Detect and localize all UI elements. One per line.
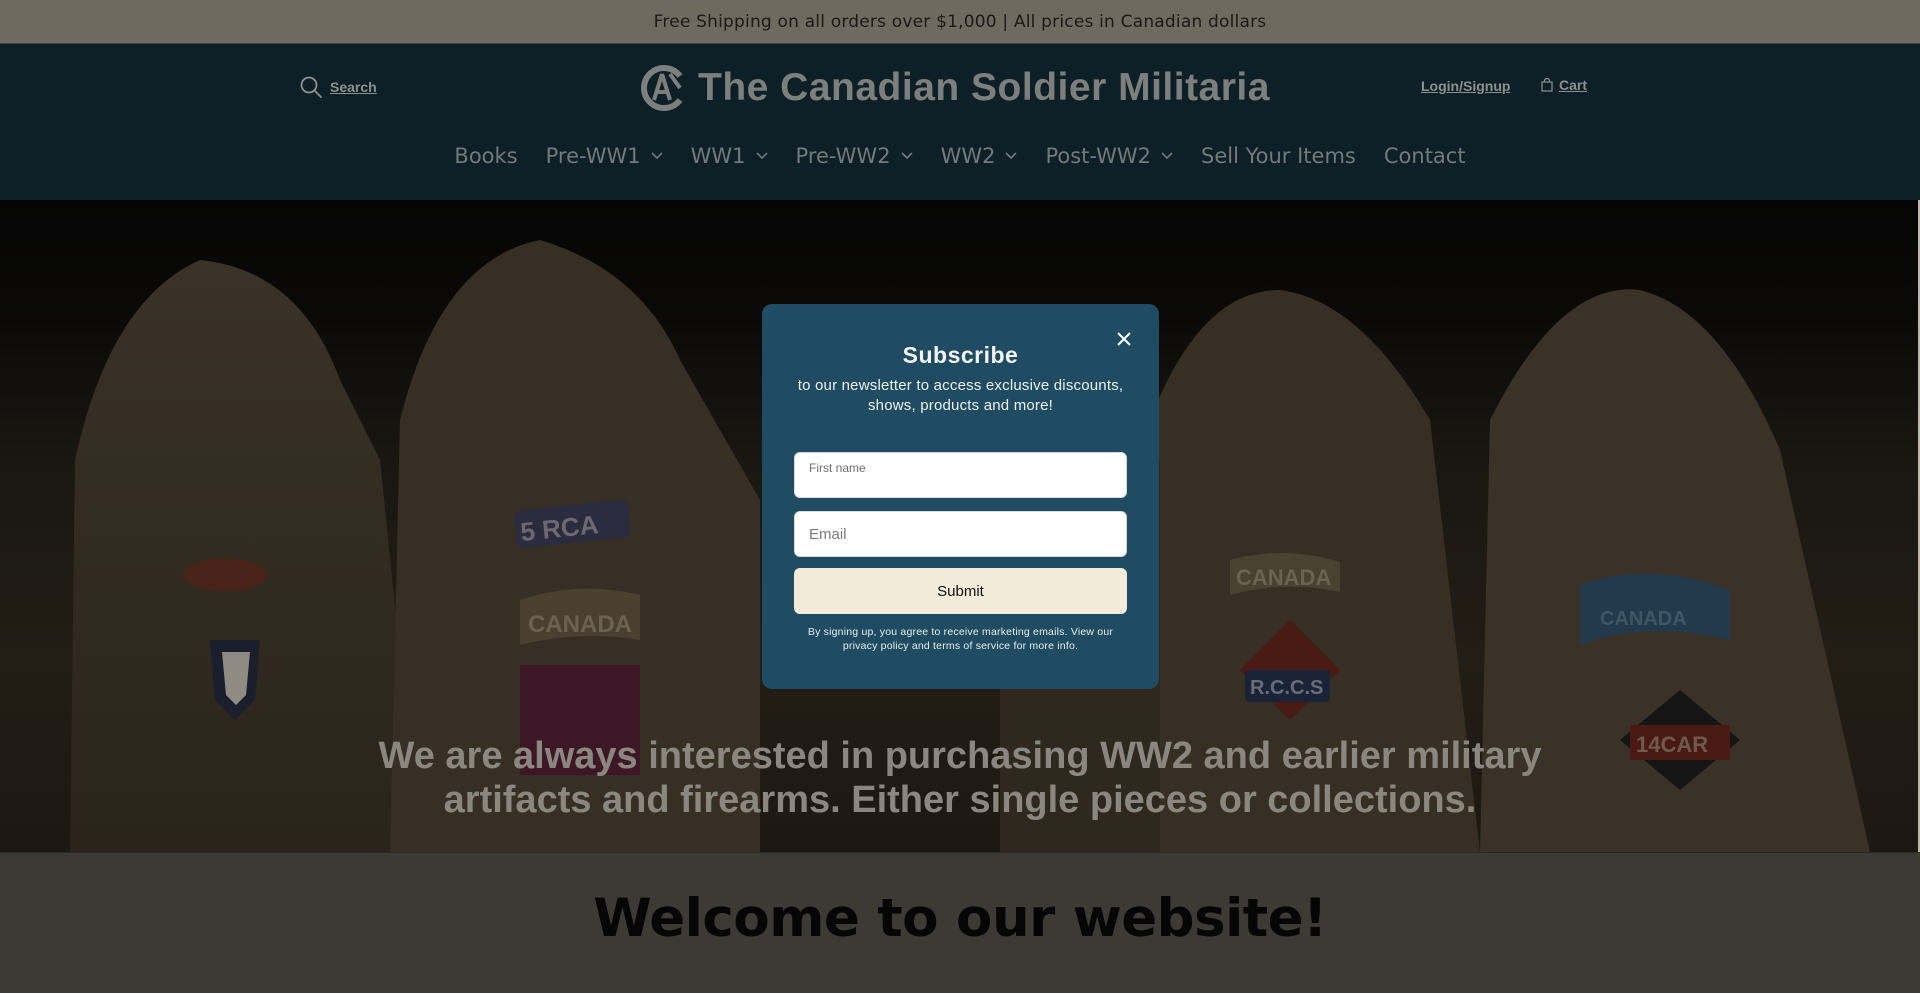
chevron-down-icon <box>1161 152 1173 160</box>
cart-link[interactable]: Cart <box>1541 77 1587 93</box>
announcement-bar: Free Shipping on all orders over $1,000 … <box>0 0 1920 44</box>
nav-item-label: Contact <box>1383 144 1466 168</box>
subscribe-modal: Subscribe to our newsletter to access ex… <box>762 304 1159 689</box>
welcome-title: Welcome to our website! <box>593 888 1327 949</box>
chevron-down-icon <box>900 152 913 160</box>
patch-label: R.C.C.S <box>1250 677 1323 699</box>
search-button[interactable]: Search <box>298 74 377 100</box>
site-header: Search The Canadian Soldier Militaria Lo… <box>0 44 1920 200</box>
first-name-label: First name <box>809 461 866 475</box>
patch-label: CANADA <box>528 611 632 638</box>
chevron-down-icon <box>1005 152 1018 160</box>
logo-text: The Canadian Soldier Militaria <box>698 66 1270 109</box>
submit-label: Submit <box>937 582 984 600</box>
nav-item-label: Pre-WW2 <box>795 144 891 168</box>
first-name-field[interactable]: First name <box>794 452 1127 498</box>
login-signup-link[interactable]: Login/Signup <box>1421 78 1510 94</box>
search-label: Search <box>330 79 377 95</box>
cart-icon <box>1541 78 1553 92</box>
logo-mark-icon <box>641 65 683 111</box>
hero-caption: We are always interested in purchasing W… <box>0 734 1920 822</box>
hero-caption-line: We are always interested in purchasing W… <box>378 735 1542 777</box>
nav-item-books[interactable]: Books <box>440 144 531 168</box>
modal-title: Subscribe <box>902 342 1019 368</box>
email-field[interactable]: Email <box>794 511 1127 557</box>
nav-item-label: WW2 <box>940 144 996 168</box>
search-icon <box>300 76 322 98</box>
chevron-down-icon <box>651 152 663 160</box>
announcement-text: Free Shipping on all orders over $1,000 … <box>653 12 1267 32</box>
submit-button[interactable]: Submit <box>794 568 1127 614</box>
nav-item-ww2[interactable]: WW2 <box>927 144 1032 168</box>
nav-item-label: Pre-WW1 <box>545 144 641 168</box>
nav-item-label: Books <box>454 144 518 168</box>
patch-label: CANADA <box>1600 608 1687 630</box>
nav-item-pre-ww1[interactable]: Pre-WW1 <box>532 144 677 168</box>
nav-item-pre-ww2[interactable]: Pre-WW2 <box>782 144 927 168</box>
nav-item-ww1[interactable]: WW1 <box>677 144 782 168</box>
nav-item-contact[interactable]: Contact <box>1370 144 1480 168</box>
main-nav: Books Pre-WW1 WW1 Pre-WW2 WW2 Post-WW2 S… <box>0 144 1920 168</box>
nav-item-post-ww2[interactable]: Post-WW2 <box>1031 144 1187 168</box>
patch-label: CANADA <box>1236 565 1331 590</box>
email-placeholder: Email <box>809 526 847 543</box>
legal-text: By signing up, you agree to receive mark… <box>807 626 1114 652</box>
hero-caption-line: artifacts and firearms. Either single pi… <box>443 779 1477 821</box>
nav-item-label: WW1 <box>690 144 746 168</box>
nav-item-label: Sell Your Items <box>1201 144 1356 168</box>
nav-item-label: Post-WW2 <box>1045 144 1152 168</box>
nav-item-sell-your-items[interactable]: Sell Your Items <box>1187 144 1370 168</box>
chevron-down-icon <box>755 152 768 160</box>
site-logo[interactable]: The Canadian Soldier Militaria <box>640 62 1270 114</box>
cart-label: Cart <box>1559 77 1588 93</box>
modal-description: to our newsletter to access exclusive di… <box>797 377 1124 414</box>
